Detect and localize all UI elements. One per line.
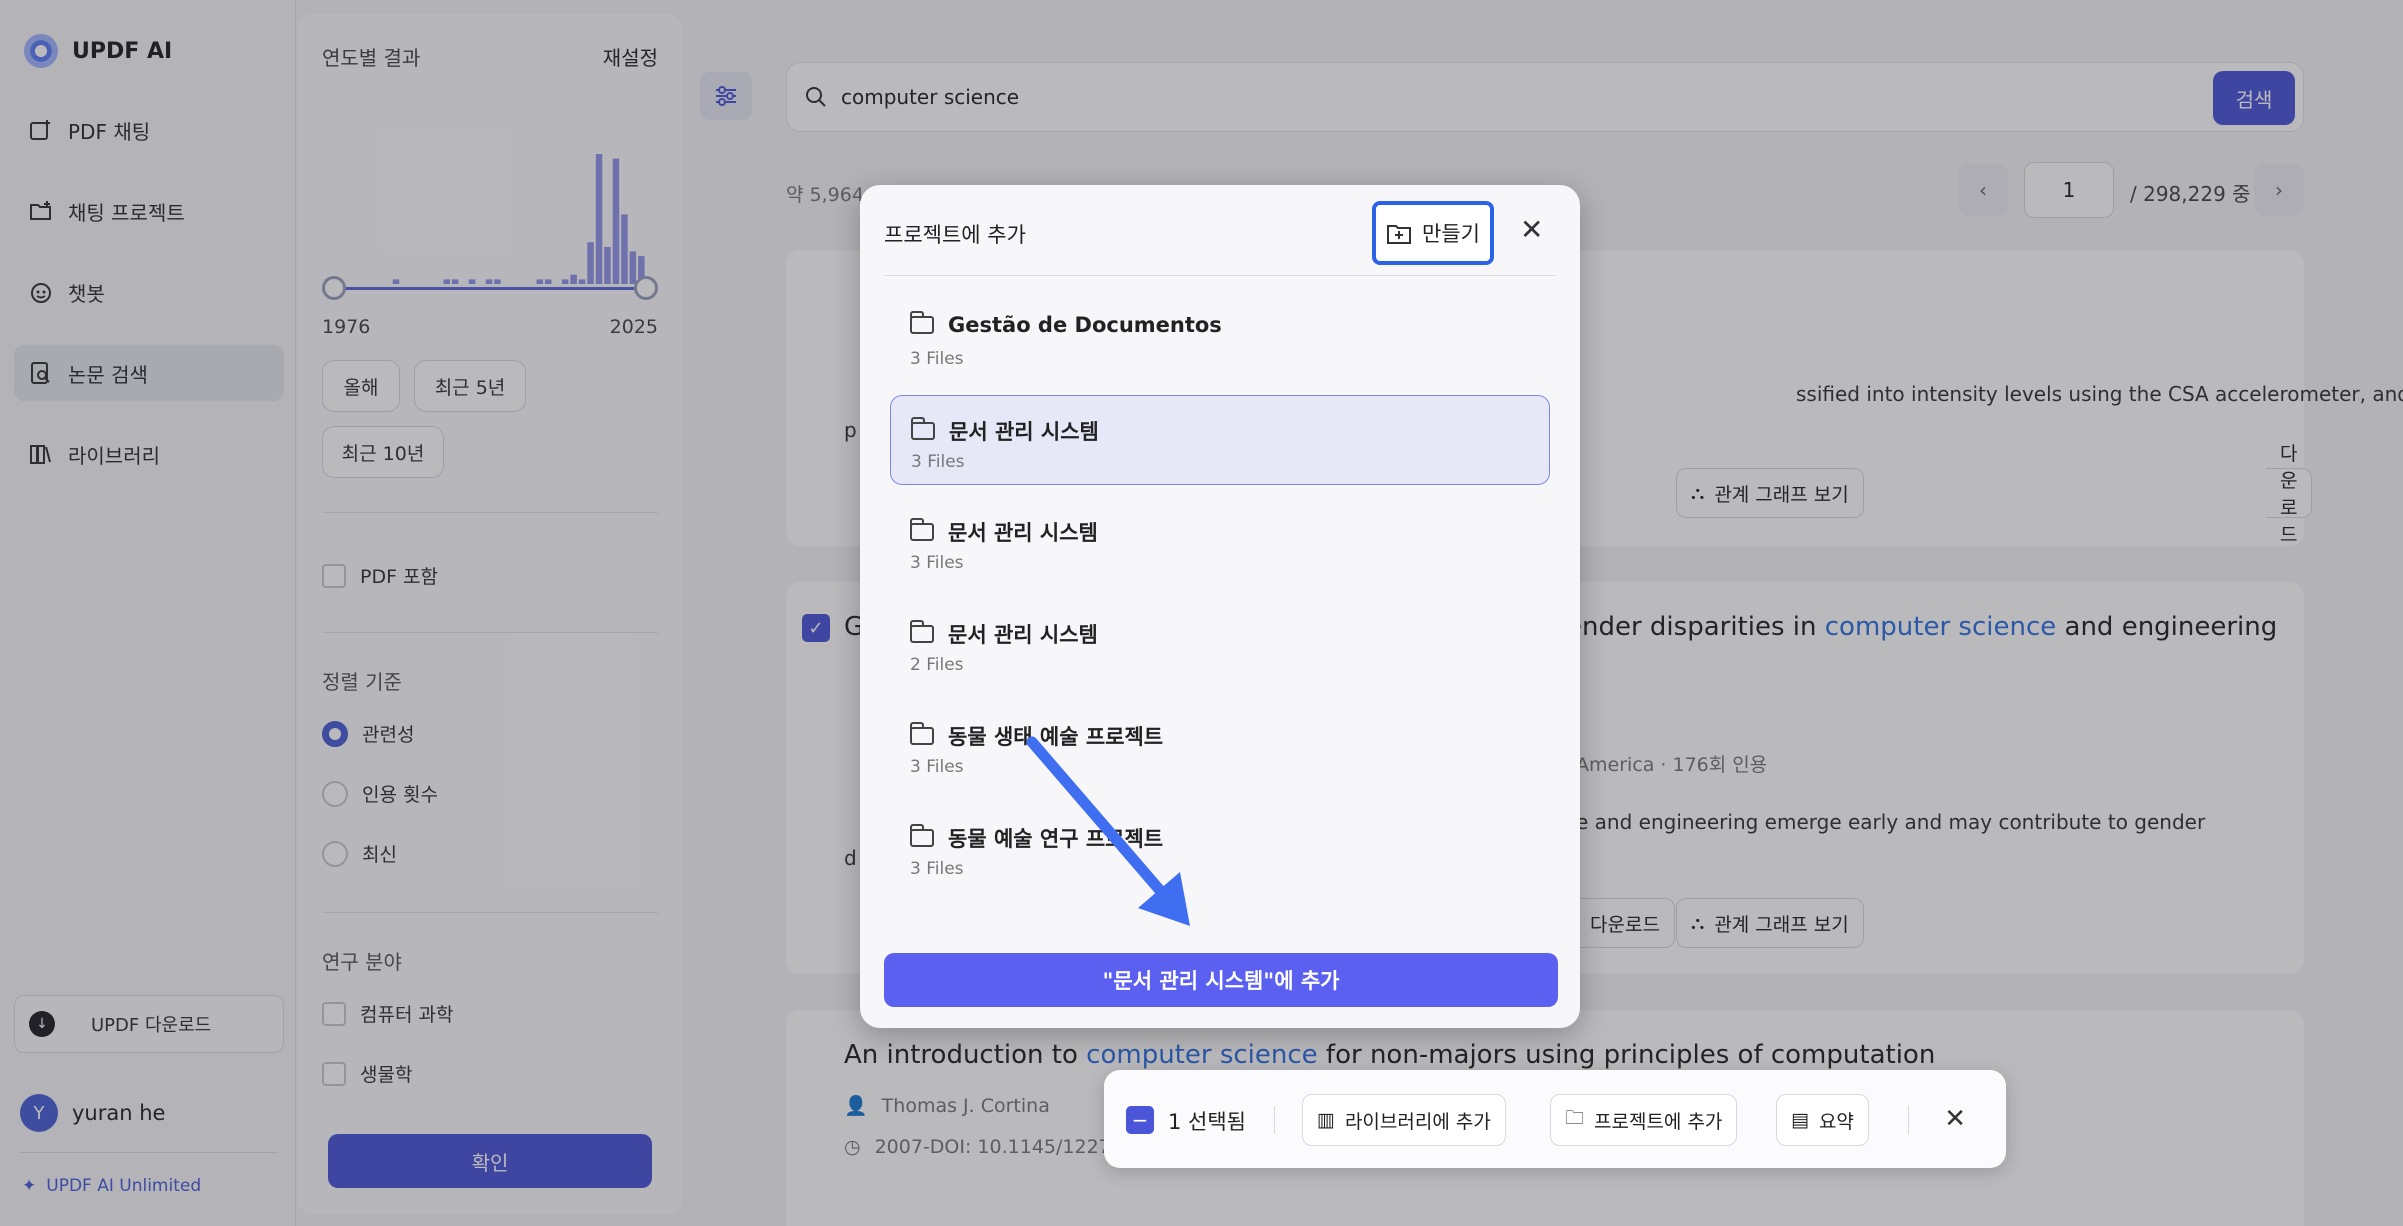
button-label: 프로젝트에 추가 xyxy=(1594,1110,1723,1133)
summary-button[interactable]: ▤ 요약 xyxy=(1776,1094,1869,1146)
project-title: 문서 관리 시스템 xyxy=(948,521,1098,545)
close-icon[interactable]: ✕ xyxy=(1520,213,1543,246)
project-title: 동물 생태 예술 프로젝트 xyxy=(948,725,1164,749)
project-title: Gestão de Documentos xyxy=(948,313,1222,337)
project-file-count: 3 Files xyxy=(910,757,964,777)
project-file-count: 3 Files xyxy=(910,553,964,573)
folder-icon xyxy=(911,417,935,440)
close-selection-button[interactable]: ✕ xyxy=(1944,1104,1966,1134)
toolbar-divider xyxy=(1908,1106,1909,1134)
project-title: 문서 관리 시스템 xyxy=(949,420,1099,444)
project-item-selected[interactable]: 문서 관리 시스템 3 Files xyxy=(890,395,1550,485)
project-name: 문서 관리 시스템 xyxy=(911,416,1099,446)
project-file-count: 3 Files xyxy=(911,452,965,472)
folder-plus-icon: 🗀 xyxy=(1565,1107,1585,1129)
button-label: 라이브러리에 추가 xyxy=(1344,1110,1491,1133)
project-file-count: 3 Files xyxy=(910,349,964,369)
create-project-button[interactable]: 만들기 xyxy=(1372,201,1494,265)
add-to-selected-project-button[interactable]: "문서 관리 시스템"에 추가 xyxy=(884,953,1558,1007)
project-name: 문서 관리 시스템 xyxy=(910,619,1098,649)
selection-toolbar: − 1 선택됨 ▥ 라이브러리에 추가 🗀 프로젝트에 추가 ▤ 요약 ✕ xyxy=(1104,1070,2006,1168)
modal-title: 프로젝트에 추가 xyxy=(884,223,1026,247)
project-name: 문서 관리 시스템 xyxy=(910,517,1098,547)
button-label: 요약 xyxy=(1818,1110,1854,1133)
folder-icon xyxy=(910,518,934,541)
toolbar-divider xyxy=(1274,1106,1275,1134)
folder-plus-icon xyxy=(1387,225,1412,244)
button-label: 만들기 xyxy=(1422,222,1480,246)
selected-count: 1 선택됨 xyxy=(1168,1110,1246,1134)
folder-icon xyxy=(910,311,934,334)
add-to-project-button[interactable]: 🗀 프로젝트에 추가 xyxy=(1550,1094,1738,1146)
project-item[interactable]: 동물 생태 예술 프로젝트 3 Files xyxy=(890,701,1550,791)
deselect-all-checkbox[interactable]: − xyxy=(1126,1106,1154,1134)
add-to-project-modal: 프로젝트에 추가 만들기 ✕ Gestão de Documentos 3 Fi… xyxy=(860,185,1580,1028)
project-item[interactable]: 동물 예술 연구 프로젝트 3 Files xyxy=(890,803,1550,893)
project-title: 동물 예술 연구 프로젝트 xyxy=(948,827,1164,851)
folder-icon xyxy=(910,620,934,643)
project-name: 동물 생태 예술 프로젝트 xyxy=(910,721,1163,751)
library-icon: ▥ xyxy=(1317,1109,1335,1131)
summary-icon: ▤ xyxy=(1791,1109,1809,1131)
folder-icon xyxy=(910,722,934,745)
project-item[interactable]: 문서 관리 시스템 3 Files xyxy=(890,497,1550,587)
project-name: 동물 예술 연구 프로젝트 xyxy=(910,823,1163,853)
add-to-library-button[interactable]: ▥ 라이브러리에 추가 xyxy=(1302,1094,1506,1146)
folder-icon xyxy=(910,824,934,847)
modal-divider xyxy=(884,275,1556,276)
project-file-count: 3 Files xyxy=(910,859,964,879)
project-title: 문서 관리 시스템 xyxy=(948,623,1098,647)
project-file-count: 2 Files xyxy=(910,655,964,675)
project-name: Gestão de Documentos xyxy=(910,311,1222,337)
project-item[interactable]: Gestão de Documentos 3 Files xyxy=(890,293,1550,383)
project-item[interactable]: 문서 관리 시스템 2 Files xyxy=(890,599,1550,689)
